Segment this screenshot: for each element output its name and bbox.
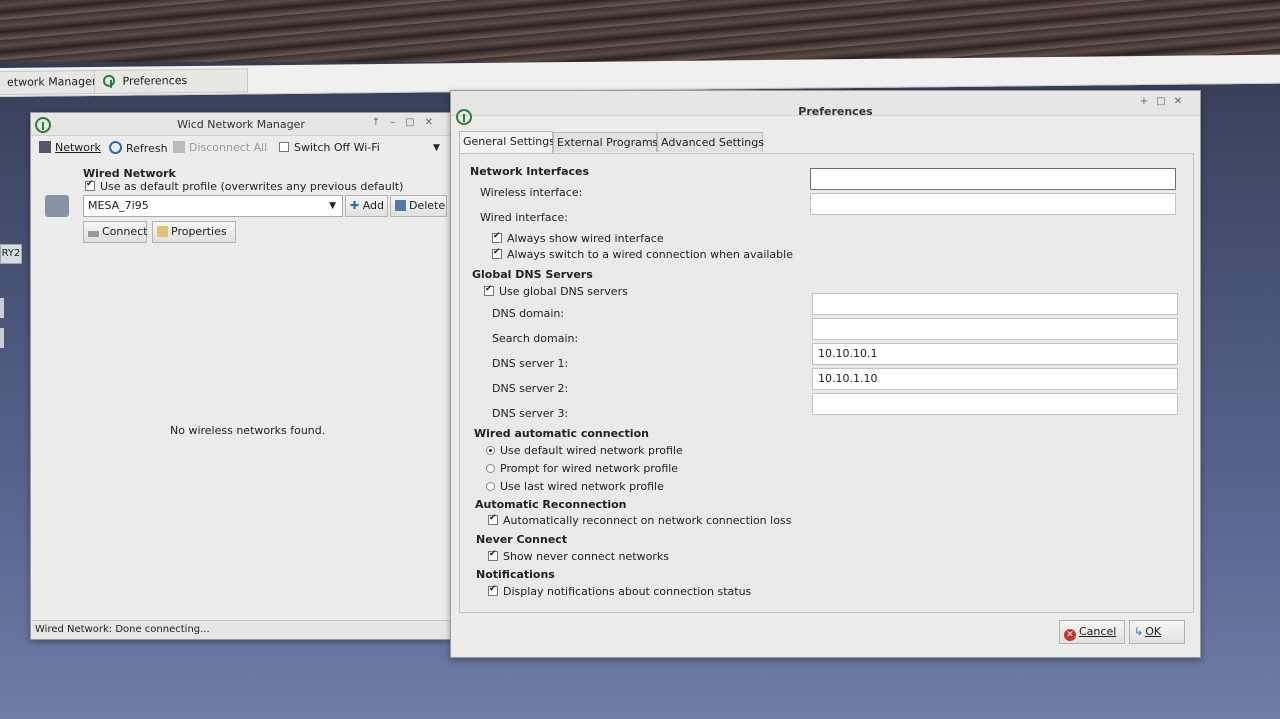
wired-option-default-radio[interactable] (486, 446, 495, 455)
show-never-connect-checkbox[interactable] (488, 549, 498, 561)
preferences-window: Preferences +□✕ General Settings Externa… (450, 90, 1201, 658)
maximize-icon[interactable]: □ (405, 117, 424, 128)
no-networks-message: No wireless networks found. (170, 424, 326, 437)
default-profile-option[interactable]: Use as default profile (overwrites any p… (85, 179, 403, 193)
network-icon (39, 141, 51, 153)
wired-auto-connection-heading: Wired automatic connection (474, 427, 649, 440)
global-dns-heading: Global DNS Servers (472, 268, 593, 281)
delete-profile-button[interactable]: Delete (390, 195, 447, 217)
auto-reconnection-heading: Automatic Reconnection (475, 498, 627, 511)
delete-icon (395, 200, 406, 211)
display-notifications-checkbox[interactable] (488, 584, 498, 596)
close-icon[interactable]: ✕ (1174, 96, 1190, 107)
display-notifications-option[interactable]: Display notifications about connection s… (488, 584, 751, 598)
wired-option-last-radio[interactable] (486, 482, 495, 491)
wireless-interface-field[interactable] (810, 168, 1176, 190)
taskbar-item-label: Preferences (122, 74, 188, 88)
wired-interface-field[interactable] (810, 193, 1176, 215)
monitor-bezel (0, 0, 1280, 62)
switch-off-wifi-checkbox[interactable] (279, 142, 289, 152)
refresh-icon (109, 141, 122, 154)
ok-button[interactable]: ↳ OK (1129, 620, 1185, 644)
dns-server-2-field[interactable]: 10.10.1.10 (812, 368, 1178, 390)
search-domain-field[interactable] (812, 318, 1178, 340)
always-show-wired-checkbox[interactable] (492, 231, 502, 243)
always-switch-wired-checkbox[interactable] (492, 247, 502, 259)
dns-server-2-label: DNS server 2: (492, 382, 569, 395)
wicd-antenna-icon (103, 74, 115, 87)
dns-server-1-label: DNS server 1: (492, 357, 569, 370)
show-never-connect-option[interactable]: Show never connect networks (488, 549, 669, 563)
always-show-wired-option[interactable]: Always show wired interface (492, 231, 664, 245)
wired-interface-label: Wired interface: (480, 211, 568, 224)
default-profile-checkbox[interactable] (85, 179, 95, 191)
search-domain-label: Search domain: (492, 332, 579, 345)
close-icon[interactable]: ✕ (425, 117, 443, 128)
refresh-button[interactable]: Refresh (109, 141, 168, 155)
wired-option-default[interactable]: Use default wired network profile (486, 444, 683, 457)
notifications-heading: Notifications (476, 568, 555, 581)
add-profile-button[interactable]: ✚ Add (345, 195, 388, 217)
wired-option-prompt-radio[interactable] (486, 464, 495, 473)
dns-server-1-field[interactable]: 10.10.10.1 (812, 343, 1178, 365)
wired-option-last[interactable]: Use last wired network profile (486, 480, 664, 493)
wired-option-prompt[interactable]: Prompt for wired network profile (486, 462, 678, 475)
general-settings-panel: Network Interfaces Wireless interface: W… (459, 153, 1194, 613)
tab-strip: General Settings External Programs Advan… (459, 131, 769, 154)
window-titlebar[interactable]: Wicd Network Manager ↑–□✕ (31, 113, 451, 136)
connect-button[interactable]: Connect (83, 221, 147, 243)
never-connect-heading: Never Connect (476, 533, 568, 546)
dns-server-3-field[interactable] (812, 393, 1178, 415)
auto-reconnect-option[interactable]: Automatically reconnect on network conne… (488, 513, 791, 527)
wired-profile-select[interactable]: MESA_7i95 ▼ (83, 195, 343, 217)
minimize-icon[interactable]: – (390, 117, 405, 128)
ok-icon: ↳ (1134, 625, 1144, 638)
window-title: Preferences (798, 105, 873, 118)
maximize-icon[interactable]: □ (1156, 96, 1173, 107)
plug-icon (88, 231, 99, 237)
cancel-button[interactable]: ✕ Cancel (1059, 620, 1125, 644)
taskbar-item-label: etwork Manager (7, 74, 97, 89)
desktop-edge-tag: RY2 (0, 244, 22, 264)
pin-icon[interactable]: + (1140, 96, 1156, 107)
desktop-edge-bar (0, 298, 4, 318)
switch-off-wifi-toggle[interactable]: Switch Off Wi-Fi (279, 141, 380, 154)
plus-icon: ✚ (350, 199, 360, 212)
use-global-dns-checkbox[interactable] (484, 284, 494, 296)
status-text: Wired Network: Done connecting... (35, 624, 210, 635)
taskbar-item-network-manager[interactable]: etwork Manager (0, 69, 102, 96)
wicd-antenna-icon (456, 109, 472, 125)
use-global-dns-option[interactable]: Use global DNS servers (484, 284, 628, 298)
toolbar-overflow-arrow[interactable]: ▼ (433, 143, 440, 153)
always-switch-wired-option[interactable]: Always switch to a wired connection when… (492, 247, 793, 261)
window-controls: ↑–□✕ (372, 117, 443, 128)
chevron-down-icon: ▼ (329, 201, 336, 211)
window-controls: +□✕ (1140, 96, 1190, 107)
toolbar: Network Refresh Disconnect All Switch Of… (31, 137, 451, 161)
disconnect-all-button[interactable]: Disconnect All (173, 141, 267, 154)
window-titlebar[interactable]: Preferences +□✕ (451, 91, 1200, 125)
properties-icon (157, 226, 168, 237)
wicd-network-manager-window: Wicd Network Manager ↑–□✕ Network Refres… (30, 112, 452, 640)
auto-reconnect-checkbox[interactable] (488, 513, 498, 525)
network-menu-button[interactable]: Network (39, 141, 101, 154)
tab-external-programs[interactable]: External Programs (553, 132, 658, 152)
dns-server-3-label: DNS server 3: (492, 407, 569, 420)
wired-network-heading: Wired Network (83, 167, 176, 180)
disconnect-icon (173, 141, 185, 153)
network-interfaces-heading: Network Interfaces (470, 165, 590, 178)
status-bar: Wired Network: Done connecting... (31, 620, 451, 639)
dns-domain-label: DNS domain: (492, 307, 565, 320)
desktop-edge-bar (0, 328, 4, 348)
properties-button[interactable]: Properties (152, 221, 236, 243)
cancel-icon: ✕ (1064, 629, 1076, 641)
wired-connection-icon (45, 195, 69, 217)
taskbar-item-preferences[interactable]: Preferences (94, 68, 248, 95)
wireless-interface-label: Wireless interface: (480, 186, 583, 199)
tab-general-settings[interactable]: General Settings (459, 131, 555, 153)
pin-icon[interactable]: ↑ (372, 117, 390, 128)
tab-advanced-settings[interactable]: Advanced Settings (657, 132, 764, 152)
dns-domain-field[interactable] (812, 293, 1178, 315)
